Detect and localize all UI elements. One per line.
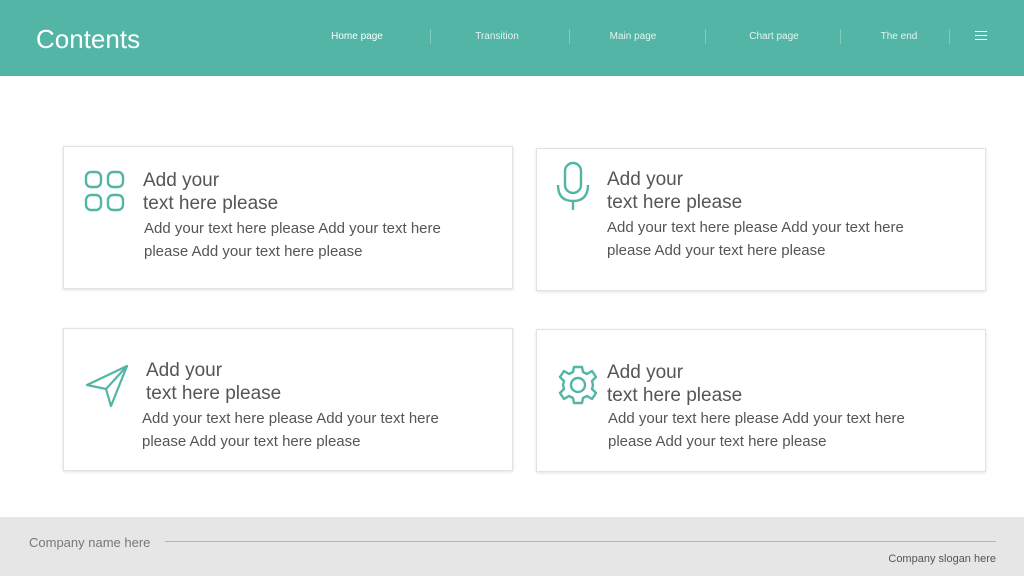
nav-chart-page[interactable]: Chart page <box>734 31 814 45</box>
header-bar: Contents Home page Transition Main page … <box>0 0 1024 76</box>
nav-separator <box>569 29 570 44</box>
nav-separator <box>705 29 706 44</box>
menu-icon[interactable] <box>975 31 987 41</box>
nav-separator <box>430 29 431 44</box>
nav-the-end[interactable]: The end <box>869 31 929 45</box>
card-body-text: Add your text here please Add your text … <box>142 410 439 450</box>
page-title: Contents <box>36 24 141 54</box>
nav-home-page[interactable]: Home page <box>317 31 397 45</box>
footer-bar: Company name here Company slogan here <box>0 517 1024 576</box>
company-name: Company name here <box>29 535 151 550</box>
nav-transition[interactable]: Transition <box>457 31 537 45</box>
content-card: Add your text here please Add your text … <box>536 148 986 291</box>
card-body-text: Add your text here please Add your text … <box>608 410 905 450</box>
nav-separator <box>949 29 950 44</box>
card-body-text: Add your text here please Add your text … <box>144 220 441 260</box>
content-card: Add your text here please Add your text … <box>63 146 513 289</box>
microphone-icon <box>556 161 590 210</box>
company-slogan: Company slogan here <box>888 553 996 565</box>
nav-main-page[interactable]: Main page <box>593 31 673 45</box>
card-title: Add your text here please <box>607 362 743 406</box>
nav-separator <box>840 29 841 44</box>
content-card: Add your text here please Add your text … <box>63 328 513 471</box>
content-card: Add your text here please Add your text … <box>536 329 986 472</box>
footer-divider <box>165 541 996 542</box>
card-body-text: Add your text here please Add your text … <box>607 219 904 259</box>
paper-plane-icon <box>85 364 129 408</box>
card-title: Add your text here please <box>607 169 743 213</box>
apps-grid-icon <box>84 170 125 212</box>
card-title: Add your text here please <box>143 170 279 214</box>
card-title: Add your text here please <box>146 360 282 404</box>
gear-icon <box>558 365 598 405</box>
